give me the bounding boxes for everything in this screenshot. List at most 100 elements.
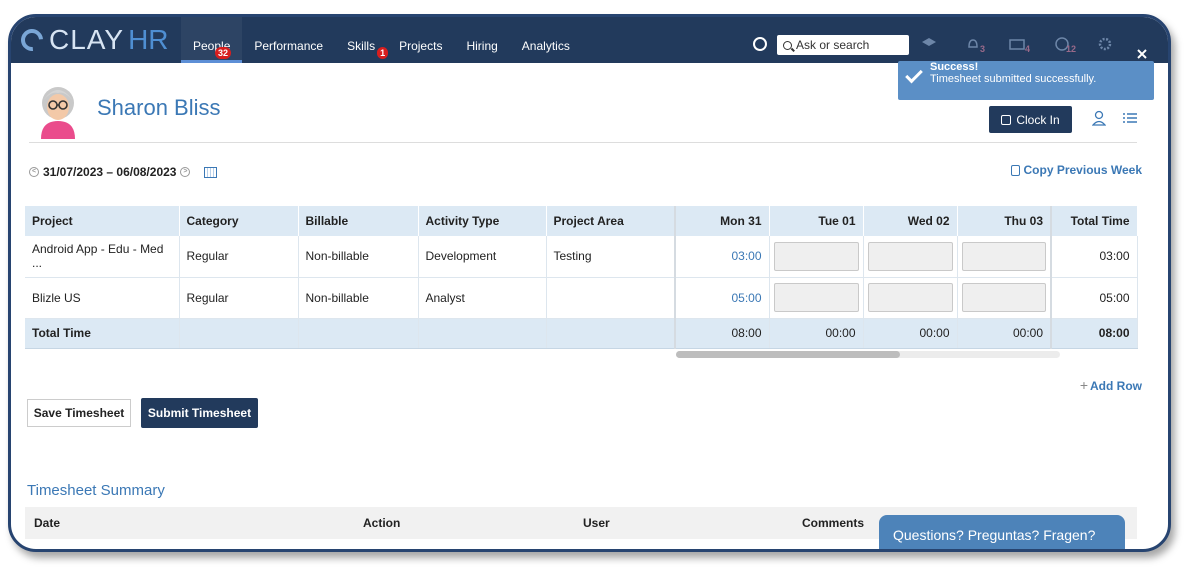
nav-performance-label: Performance [254,39,324,53]
thu-input-cell [957,277,1052,319]
project-cell[interactable]: Android App - Edu - Med ... [25,236,180,278]
bell-count-badge: 3 [980,44,986,54]
row-total-cell: 03:00 [1050,236,1138,278]
logo-suffix: HR [128,24,169,55]
total-empty-cell [546,318,676,349]
table-horizontal-scrollbar[interactable] [676,351,1060,358]
user-profile-icon[interactable] [1092,110,1106,126]
total-thu: 00:00 [957,318,1052,349]
col-mon: Mon 31 [674,206,770,236]
date-range-picker: < 31/07/2023 – 06/08/2023 > [29,165,218,179]
prev-week-icon[interactable]: < [29,167,39,177]
header-divider [29,142,1137,143]
search-placeholder: Ask or search [796,38,870,52]
nav-people[interactable]: People 32 [181,17,243,63]
col-total-time: Total Time [1050,206,1138,236]
main-menu: People 32 Performance Skills 1 Projects … [181,17,582,63]
summary-col-user: User [583,516,610,530]
alarm-clock-icon[interactable] [753,37,767,51]
area-cell [546,277,676,319]
copy-icon [1010,164,1020,176]
col-wed: Wed 02 [863,206,958,236]
total-empty-cell [298,318,419,349]
mon-time-cell[interactable]: 05:00 [674,277,770,319]
clock-icon [1001,114,1012,125]
activity-cell: Analyst [418,277,547,319]
search-icon [783,40,792,50]
thu-input-cell [957,236,1052,278]
clock-in-button[interactable]: Clock In [989,106,1072,133]
billable-cell: Non-billable [298,236,419,278]
col-activity-type: Activity Type [418,206,547,236]
total-wed: 00:00 [863,318,958,349]
col-thu: Thu 03 [957,206,1052,236]
total-empty-cell [179,318,299,349]
people-count-badge: 32 [215,47,232,59]
list-view-icon[interactable] [1123,113,1137,123]
plus-icon: + [1079,377,1088,393]
billable-cell: Non-billable [298,277,419,319]
toast-title: Success! [930,61,979,73]
success-toast: Success! Timesheet submitted successfull… [898,61,1154,100]
copy-previous-week-label: Copy Previous Week [1023,163,1143,177]
project-cell[interactable]: Blizle US [25,277,180,319]
submit-timesheet-button[interactable]: Submit Timesheet [141,398,258,428]
col-category: Category [179,206,299,236]
nav-skills-label: Skills [347,39,376,53]
save-timesheet-button[interactable]: Save Timesheet [27,399,131,427]
add-row-link[interactable]: + Add Row [1080,377,1142,393]
row-total-cell: 05:00 [1050,277,1138,319]
nav-projects-label: Projects [399,39,443,53]
timesheet-table: Project Category Billable Activity Type … [25,206,1138,349]
nav-hiring[interactable]: Hiring [454,17,509,63]
add-row-label: Add Row [1090,379,1142,393]
total-mon: 08:00 [674,318,770,349]
col-project: Project [25,206,180,236]
help-count-badge: 12 [1066,44,1077,54]
layers-icon[interactable] [921,37,937,51]
table-header-row: Project Category Billable Activity Type … [25,206,1138,236]
employee-name: Sharon Bliss [97,95,221,120]
summary-col-comments: Comments [802,516,865,530]
summary-col-date: Date [34,516,61,530]
calendar-icon[interactable] [204,166,218,178]
next-week-icon[interactable]: > [180,167,191,177]
nav-hiring-label: Hiring [466,39,498,53]
nav-analytics[interactable]: Analytics [510,17,582,63]
chat-widget-button[interactable]: Questions? Preguntas? Fragen? [879,515,1125,549]
clayhr-logo[interactable]: CLAY HR [16,24,169,56]
copy-previous-week-link[interactable]: Copy Previous Week [1010,163,1143,177]
tue-time-input[interactable] [773,241,859,271]
table-row: Android App - Edu - Med ... Regular Non-… [25,236,1138,278]
clock-in-label: Clock In [1016,112,1060,127]
mon-time-cell[interactable]: 03:00 [674,236,770,278]
scrollbar-thumb[interactable] [676,351,900,358]
summary-col-action: Action [363,516,401,530]
wed-time-input[interactable] [867,241,953,271]
logo-mark-icon [16,24,48,56]
gear-icon[interactable] [1097,37,1113,51]
nav-performance[interactable]: Performance [242,17,335,63]
thu-time-input[interactable] [961,283,1046,312]
nav-skills[interactable]: Skills 1 [335,17,389,63]
activity-cell: Development [418,236,547,278]
close-toast-icon[interactable] [1136,47,1148,61]
wed-time-input[interactable] [867,283,953,312]
wed-input-cell [863,277,958,319]
toast-message: Timesheet submitted successfully. [930,73,1097,85]
thu-time-input[interactable] [961,241,1046,271]
search-input[interactable]: Ask or search [777,35,909,55]
grand-total: 08:00 [1050,318,1138,349]
table-row: Blizle US Regular Non-billable Analyst 0… [25,277,1138,319]
total-empty-cell [418,318,547,349]
tue-time-input[interactable] [773,283,859,312]
top-nav: CLAY HR People 32 Performance Skills 1 P… [11,17,1168,63]
nav-projects[interactable]: Projects [387,17,454,63]
date-range: 31/07/2023 – 06/08/2023 [43,165,177,179]
avatar [41,87,75,139]
app-window: CLAY HR People 32 Performance Skills 1 P… [8,14,1171,552]
col-tue: Tue 01 [769,206,864,236]
mail-count-badge: 4 [1025,44,1031,54]
total-row: Total Time 08:00 00:00 00:00 00:00 08:00 [25,318,1138,349]
nav-analytics-label: Analytics [521,39,570,53]
